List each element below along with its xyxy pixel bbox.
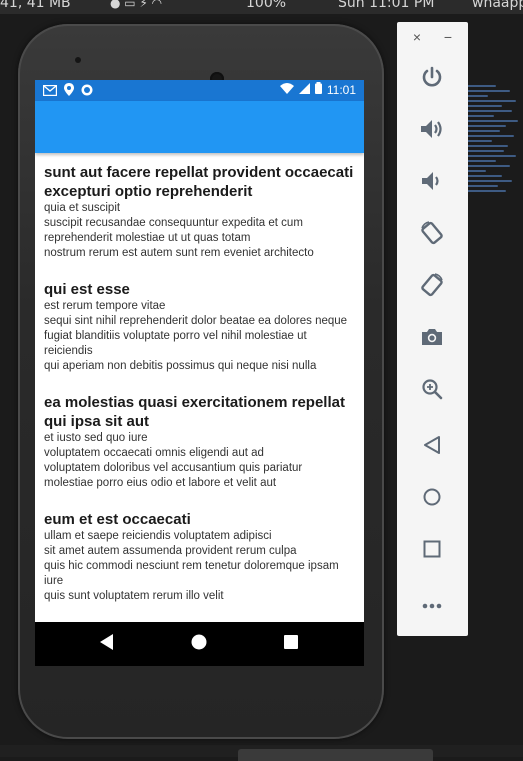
android-nav-bar	[35, 622, 364, 666]
system-menubar: 41, 41 MB ● ▭ ⚡ ◠ 100% Sun 11:01 PM whaa…	[0, 0, 523, 14]
location-icon	[64, 83, 74, 101]
home-button[interactable]	[413, 480, 451, 518]
emulator-control-panel: × −	[397, 22, 468, 636]
phone-screen: 11:01 sunt aut facere repellat provident…	[35, 80, 364, 666]
recents-nav-button[interactable]	[261, 622, 321, 666]
status-time: 11:01	[326, 83, 356, 97]
signal-icon	[298, 82, 310, 99]
list-item[interactable]: eum et est occaecati ullam et saepe reic…	[35, 510, 364, 604]
list-item[interactable]: ea molestias quasi exercitationem repell…	[35, 393, 364, 491]
volume-down-icon	[421, 171, 443, 196]
camera-icon	[420, 327, 444, 352]
battery-percent: 100%	[246, 0, 287, 11]
overview-icon	[423, 540, 441, 563]
back-nav-button[interactable]	[77, 622, 137, 666]
home-icon	[423, 488, 441, 511]
post-body: ullam et saepe reiciendis voluptatem adi…	[44, 530, 339, 602]
volume-up-icon	[420, 119, 444, 144]
gmail-icon	[42, 83, 58, 101]
android-status-bar: 11:01	[35, 80, 364, 101]
volume-down-button[interactable]	[413, 164, 451, 202]
power-icon	[421, 66, 443, 93]
rotate-right-icon	[419, 272, 445, 303]
back-icon	[423, 435, 441, 459]
zoom-in-icon	[421, 378, 443, 405]
sync-icon	[81, 83, 93, 101]
post-title: qui est esse	[44, 281, 130, 298]
bottom-tab	[238, 749, 433, 761]
more-button[interactable]	[413, 586, 451, 624]
background-code-editor	[466, 82, 523, 262]
back-button[interactable]	[413, 428, 451, 466]
overview-button[interactable]	[413, 532, 451, 570]
post-title: eum et est occaecati	[44, 511, 191, 528]
home-nav-button[interactable]	[169, 622, 229, 666]
list-item[interactable]: qui est esse est rerum tempore vitae seq…	[35, 280, 364, 374]
menubar-clock: Sun 11:01 PM	[338, 0, 435, 11]
memory-indicator: 41, 41 MB	[0, 0, 71, 11]
post-title: sunt aut facere repellat provident occae…	[44, 164, 354, 200]
home-circle-icon	[191, 634, 207, 655]
more-dots-icon	[422, 596, 442, 614]
post-list[interactable]: sunt aut facere repellat provident occae…	[35, 153, 364, 622]
wifi-icon	[279, 82, 294, 99]
emulator-panel-header: × −	[397, 22, 468, 52]
rotate-left-button[interactable]	[413, 216, 451, 254]
battery-icon	[314, 82, 322, 99]
status-glyphs: ● ▭ ⚡ ◠	[110, 0, 163, 10]
zoom-button[interactable]	[413, 372, 451, 410]
back-triangle-icon	[100, 633, 114, 655]
recents-square-icon	[284, 634, 298, 654]
close-button[interactable]: ×	[410, 30, 424, 44]
rotate-left-icon	[419, 220, 445, 251]
menubar-app: whaapp	[472, 0, 523, 11]
screenshot-button[interactable]	[413, 320, 451, 358]
post-body: quia et suscipit suscipit recusandae con…	[44, 202, 314, 259]
volume-up-button[interactable]	[413, 112, 451, 150]
post-body: est rerum tempore vitae sequi sint nihil…	[44, 300, 348, 372]
post-title: ea molestias quasi exercitationem repell…	[44, 394, 345, 430]
sensor-dot	[75, 57, 81, 63]
rotate-right-button[interactable]	[413, 268, 451, 306]
power-button[interactable]	[413, 60, 451, 98]
list-item[interactable]: sunt aut facere repellat provident occae…	[35, 163, 364, 261]
post-body: et iusto sed quo iure voluptatem occaeca…	[44, 432, 303, 489]
app-bar	[35, 101, 364, 153]
minimize-button[interactable]: −	[441, 30, 455, 44]
